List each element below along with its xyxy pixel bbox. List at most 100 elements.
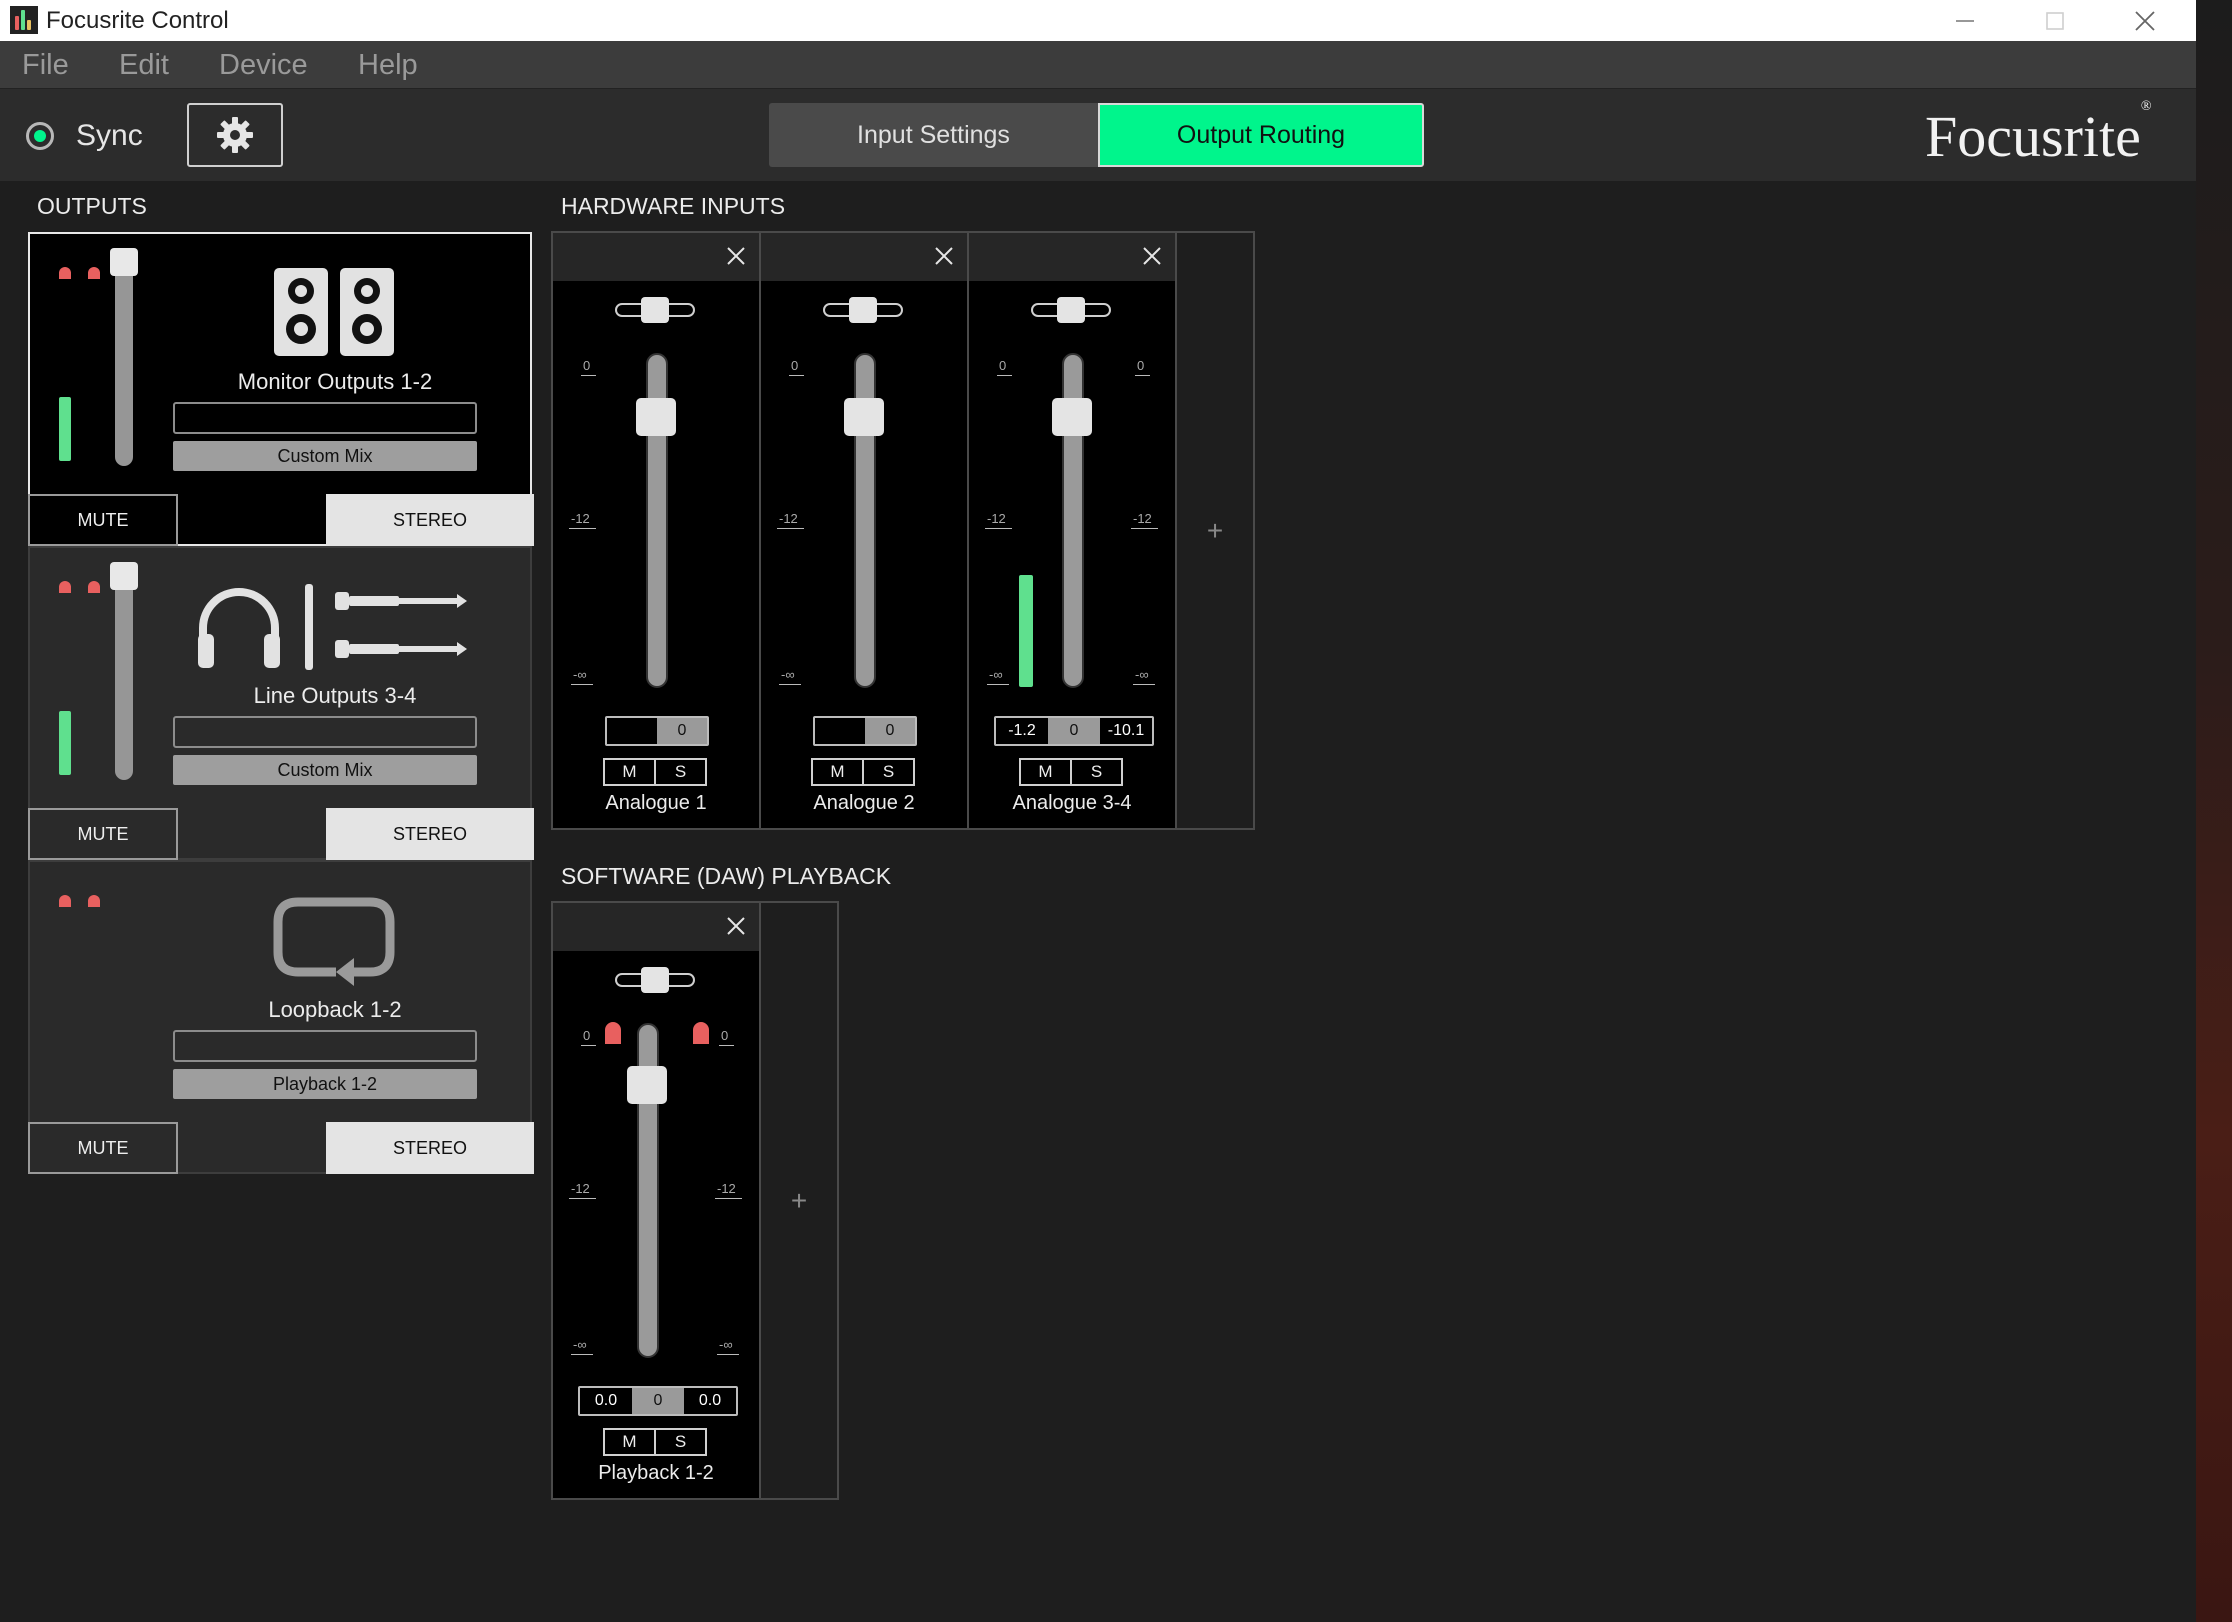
gain-readout[interactable]: 0.0 0 0.0 bbox=[578, 1386, 738, 1416]
maximize-button[interactable] bbox=[2010, 0, 2100, 41]
output-label-field[interactable] bbox=[173, 716, 477, 748]
menu-device[interactable]: Device bbox=[219, 41, 308, 89]
output-card-loopback[interactable]: Loopback 1-2 Playback 1-2 MUTE STEREO bbox=[28, 860, 534, 1174]
output-card-monitor[interactable]: Monitor Outputs 1-2 Custom Mix MUTE STER… bbox=[28, 232, 534, 546]
clip-led bbox=[88, 581, 100, 593]
menu-help[interactable]: Help bbox=[358, 41, 418, 89]
output-name: Line Outputs 3-4 bbox=[253, 683, 417, 708]
gain-value: 0 bbox=[865, 718, 915, 744]
strip-name: Analogue 2 bbox=[813, 792, 915, 814]
stereo-button[interactable]: STEREO bbox=[326, 494, 534, 546]
remove-strip-button[interactable] bbox=[723, 243, 749, 269]
solo-toggle[interactable]: S bbox=[654, 1430, 705, 1454]
gain-readout[interactable]: 0 bbox=[605, 716, 709, 746]
output-fader-track[interactable] bbox=[115, 568, 133, 780]
scale-label: 0 bbox=[580, 1028, 597, 1046]
remove-strip-button[interactable] bbox=[931, 243, 957, 269]
gain-value bbox=[607, 718, 657, 744]
add-input-button[interactable]: + bbox=[1177, 233, 1253, 828]
desktop-wallpaper bbox=[2196, 0, 2232, 1622]
solo-toggle[interactable]: S bbox=[1070, 760, 1121, 784]
tab-input-settings[interactable]: Input Settings bbox=[769, 103, 1098, 167]
volume-fader-knob[interactable] bbox=[1052, 398, 1092, 436]
channel-strip: 0 -12 -∞ 0 M S Analogue 2 bbox=[761, 233, 969, 828]
minimize-button[interactable] bbox=[1920, 0, 2010, 41]
mix-select-button[interactable]: Custom Mix bbox=[173, 441, 477, 471]
mute-toggle[interactable]: M bbox=[605, 1430, 654, 1454]
window-title: Focusrite Control bbox=[46, 7, 229, 34]
mute-solo-group: M S bbox=[811, 758, 915, 786]
output-fader-knob[interactable] bbox=[110, 562, 138, 590]
mute-button[interactable]: MUTE bbox=[28, 1122, 178, 1174]
volume-fader-knob[interactable] bbox=[844, 398, 884, 436]
loopback-icon bbox=[170, 890, 500, 990]
gain-readout[interactable]: -1.2 0 -10.1 bbox=[994, 716, 1154, 746]
software-playback-title: SOFTWARE (DAW) PLAYBACK bbox=[561, 863, 892, 889]
close-icon bbox=[1143, 247, 1161, 265]
hardware-inputs-title: HARDWARE INPUTS bbox=[561, 193, 786, 219]
close-window-button[interactable] bbox=[2100, 0, 2190, 41]
output-name: Loopback 1-2 bbox=[268, 997, 402, 1022]
monitor-speakers-icon bbox=[170, 262, 500, 362]
clip-led bbox=[59, 581, 71, 593]
remove-strip-button[interactable] bbox=[1139, 243, 1165, 269]
software-playback-panel: 0 -12 -∞ 0 -12 -∞ 0.0 0 0.0 M S Playback… bbox=[551, 901, 839, 1500]
mute-button[interactable]: MUTE bbox=[28, 494, 178, 546]
output-label-field[interactable] bbox=[173, 402, 477, 434]
mute-solo-group: M S bbox=[1019, 758, 1123, 786]
solo-toggle[interactable]: S bbox=[654, 760, 705, 784]
stereo-button[interactable]: STEREO bbox=[326, 1122, 534, 1174]
solo-toggle[interactable]: S bbox=[862, 760, 913, 784]
output-label-field[interactable] bbox=[173, 1030, 477, 1062]
volume-fader-knob[interactable] bbox=[627, 1066, 667, 1104]
output-fader-track[interactable] bbox=[115, 254, 133, 466]
scale-label: 0 bbox=[788, 358, 805, 376]
title-bar: Focusrite Control bbox=[0, 0, 2196, 41]
pan-slider-knob[interactable] bbox=[1057, 297, 1085, 323]
pan-slider-knob[interactable] bbox=[849, 297, 877, 323]
mix-select-button[interactable]: Custom Mix bbox=[173, 755, 477, 785]
menu-edit[interactable]: Edit bbox=[119, 41, 169, 89]
settings-button[interactable] bbox=[187, 103, 283, 167]
clip-led bbox=[88, 895, 100, 907]
scale-label: -∞ bbox=[571, 667, 593, 685]
clip-led bbox=[59, 895, 71, 907]
mute-button[interactable]: MUTE bbox=[28, 808, 178, 860]
sync-indicator bbox=[26, 122, 54, 150]
menu-file[interactable]: File bbox=[22, 41, 69, 89]
remove-strip-button[interactable] bbox=[723, 913, 749, 939]
mute-toggle[interactable]: M bbox=[813, 760, 862, 784]
close-icon bbox=[935, 247, 953, 265]
scale-label: -∞ bbox=[717, 1337, 739, 1355]
clip-led bbox=[88, 267, 100, 279]
channel-strip: 0 -12 -∞ 0 M S Analogue 1 bbox=[553, 233, 761, 828]
headphones-line-icon bbox=[170, 576, 500, 676]
mute-toggle[interactable]: M bbox=[1021, 760, 1070, 784]
strip-name: Playback 1-2 bbox=[598, 1462, 714, 1484]
pan-slider-knob[interactable] bbox=[641, 297, 669, 323]
output-card-line[interactable]: Line Outputs 3-4 Custom Mix MUTE STEREO bbox=[28, 546, 534, 860]
focusrite-logo: Focusrite® bbox=[1925, 99, 2152, 170]
pan-slider-knob[interactable] bbox=[641, 967, 669, 993]
strip-name: Analogue 3-4 bbox=[1012, 792, 1132, 814]
output-fader-knob[interactable] bbox=[110, 248, 138, 276]
mix-select-button[interactable]: Playback 1-2 bbox=[173, 1069, 477, 1099]
gain-value: 0 bbox=[632, 1388, 684, 1414]
add-playback-button[interactable]: + bbox=[761, 903, 837, 1498]
scale-label: 0 bbox=[1134, 358, 1151, 376]
gain-value: 0.0 bbox=[698, 1392, 722, 1409]
output-name: Monitor Outputs 1-2 bbox=[237, 369, 433, 394]
scale-label: -12 bbox=[777, 511, 804, 529]
volume-fader-knob[interactable] bbox=[636, 398, 676, 436]
clip-led bbox=[693, 1022, 709, 1044]
level-meter bbox=[59, 711, 71, 775]
mute-toggle[interactable]: M bbox=[605, 760, 654, 784]
plus-icon: + bbox=[1206, 514, 1224, 546]
logo-text: Focusrite bbox=[1925, 104, 2141, 169]
close-icon bbox=[727, 247, 745, 265]
gain-readout[interactable]: 0 bbox=[813, 716, 917, 746]
tab-output-routing[interactable]: Output Routing bbox=[1098, 103, 1424, 167]
stereo-button[interactable]: STEREO bbox=[326, 808, 534, 860]
gain-value bbox=[815, 718, 865, 744]
app-window: Focusrite Control File Edit Device Help … bbox=[0, 0, 2196, 1622]
